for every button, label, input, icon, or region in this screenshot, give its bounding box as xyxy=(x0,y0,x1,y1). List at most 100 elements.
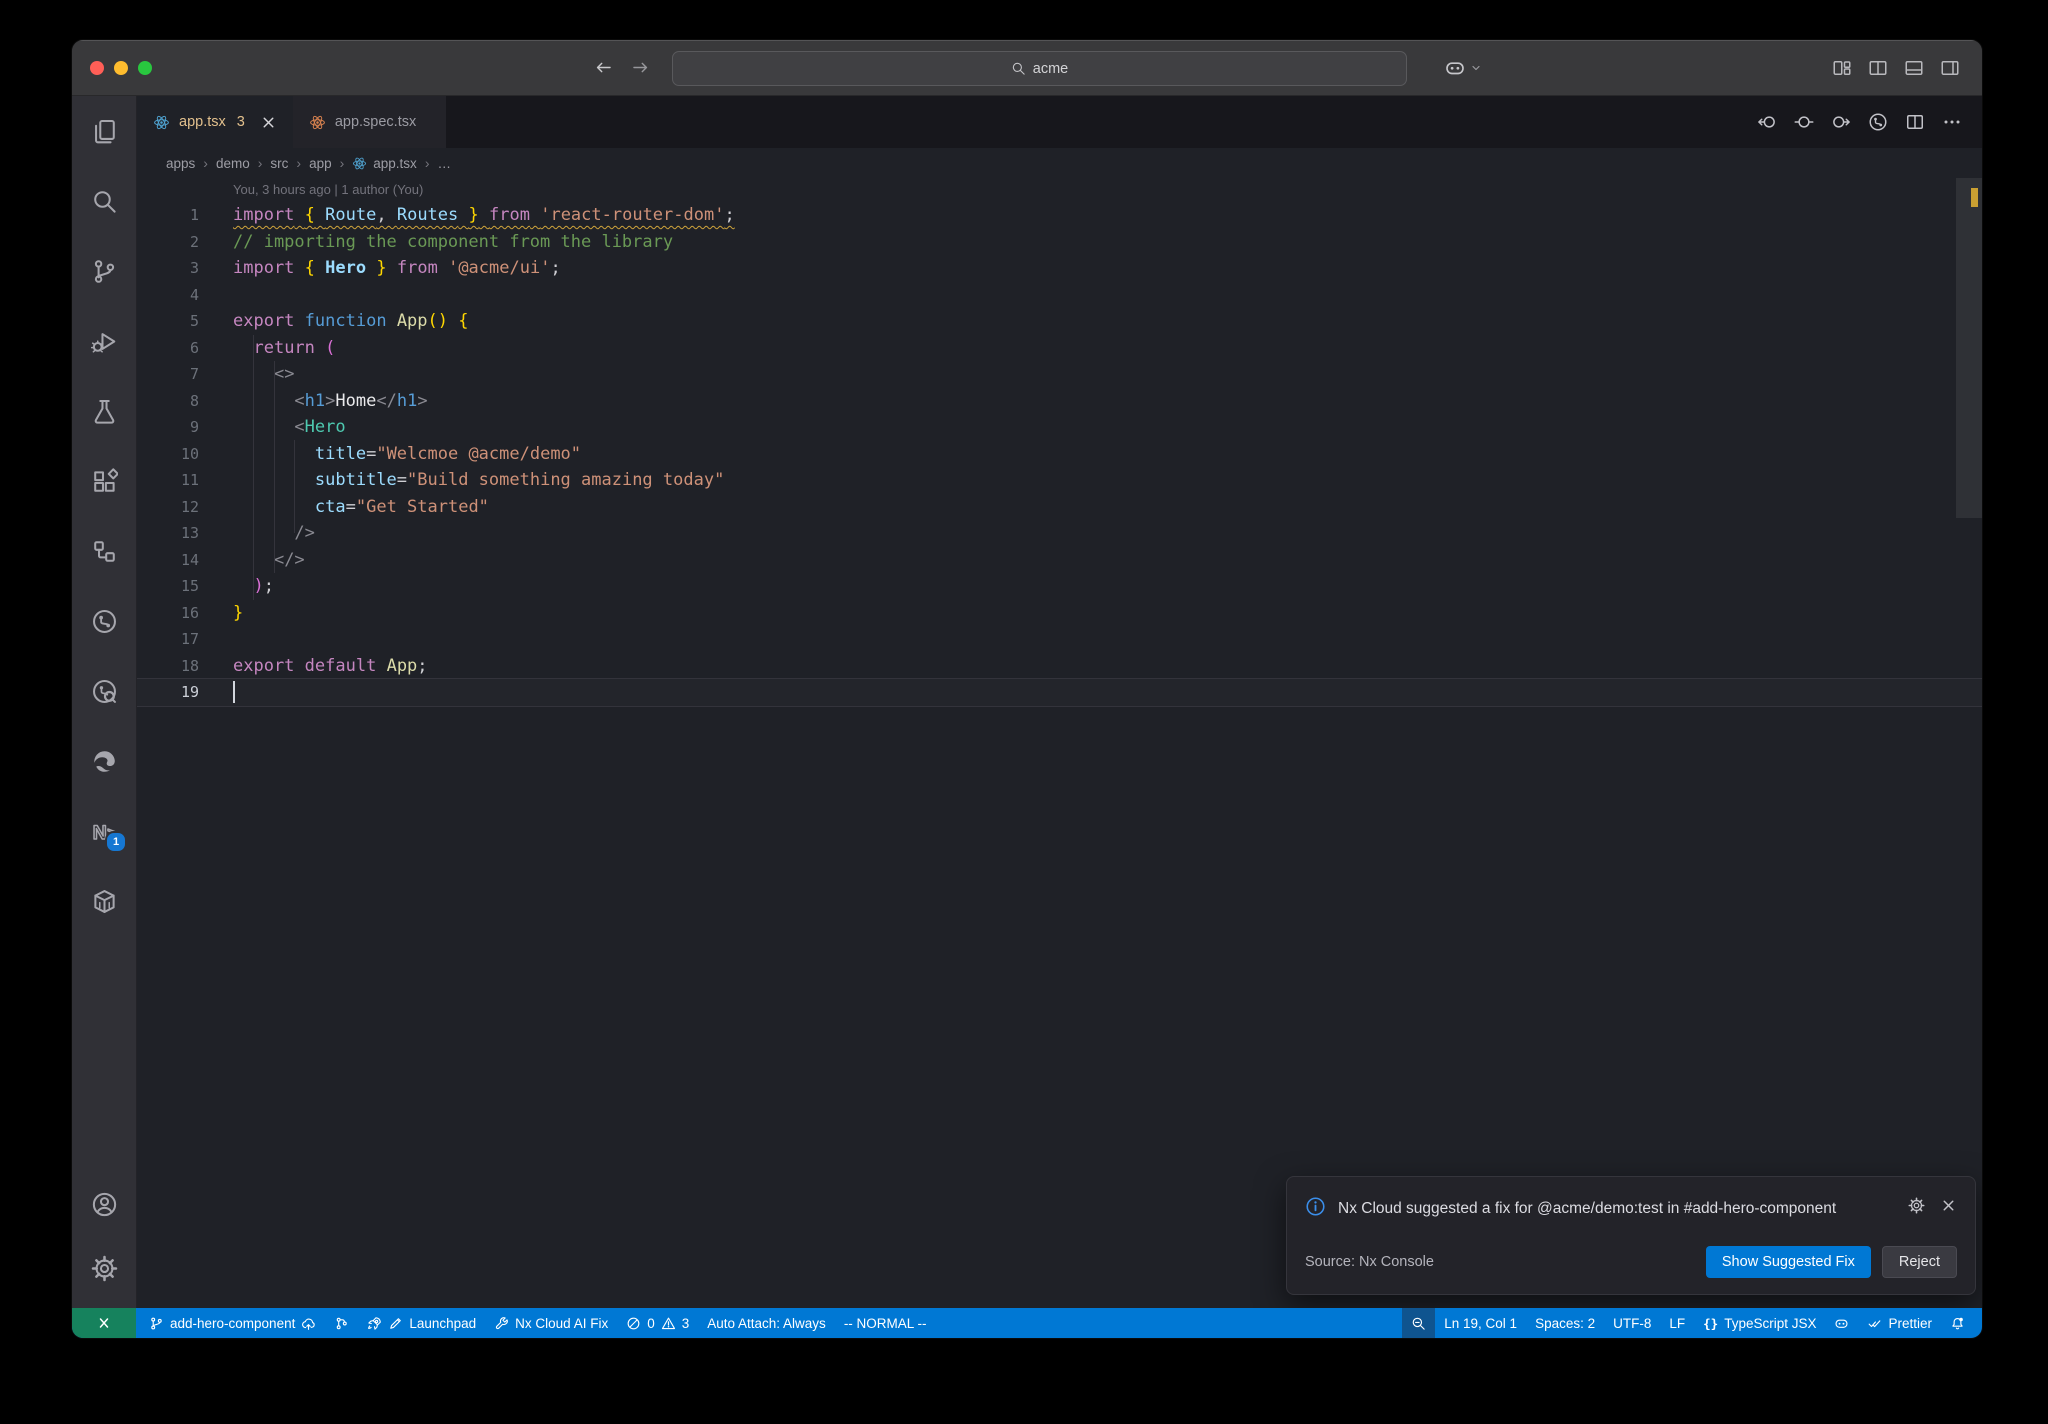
status-item-copilot-status[interactable] xyxy=(1825,1308,1858,1338)
navigate-back-button[interactable] xyxy=(1757,112,1777,132)
line-number[interactable]: 19 xyxy=(137,679,199,706)
line-number[interactable]: 6 xyxy=(137,335,199,362)
line-number[interactable]: 9 xyxy=(137,414,199,441)
code-line[interactable]: 8 <h1>Home</h1> xyxy=(137,388,1982,415)
code-line[interactable]: 16} xyxy=(137,600,1982,627)
status-item-problems[interactable]: 03 xyxy=(617,1308,698,1338)
code-line[interactable]: 1 import { Route, Routes } from 'react-ro… xyxy=(137,202,1982,229)
notification-settings-gear-icon[interactable] xyxy=(1908,1197,1925,1214)
code-line[interactable]: 15 ); xyxy=(137,573,1982,600)
code-line[interactable]: 19 xyxy=(137,678,1982,706)
status-item-nx-cloud-ai-fix[interactable]: Nx Cloud AI Fix xyxy=(485,1308,617,1338)
reject-button[interactable]: Reject xyxy=(1881,1246,1957,1278)
breadcrumb-item[interactable]: app.tsx xyxy=(352,156,417,171)
activity-item-edge-devtools[interactable] xyxy=(72,726,136,796)
status-item-zoom-indicator[interactable] xyxy=(1402,1308,1436,1338)
remote-indicator[interactable] xyxy=(72,1308,136,1338)
activity-item-containers[interactable] xyxy=(72,866,136,936)
activity-item-testing[interactable] xyxy=(72,376,136,446)
code-line[interactable]: 12 cta="Get Started" xyxy=(137,494,1982,521)
split-editor-button[interactable] xyxy=(1905,112,1925,132)
activity-item-search[interactable] xyxy=(72,166,136,236)
status-item-prettier[interactable]: Prettier xyxy=(1858,1308,1941,1338)
code-line[interactable]: 14 </> xyxy=(137,547,1982,574)
status-item-gitlens-launchpad[interactable]: Launchpad xyxy=(358,1308,485,1338)
code-line[interactable]: 13 /> xyxy=(137,520,1982,547)
line-number[interactable]: 3 xyxy=(137,255,199,282)
more-actions-button[interactable] xyxy=(1942,112,1962,132)
code-line[interactable]: 5 export function App() { xyxy=(137,308,1982,335)
back-arrow-icon[interactable] xyxy=(594,58,613,77)
toggle-panel-button[interactable] xyxy=(1904,58,1924,78)
line-number[interactable]: 12 xyxy=(137,494,199,521)
code-line[interactable]: 18 export default App; xyxy=(137,653,1982,680)
customize-layout-button[interactable] xyxy=(1832,58,1852,78)
code-line[interactable]: 9 <Hero xyxy=(137,414,1982,441)
line-number[interactable]: 1 xyxy=(137,202,199,229)
status-item-commit-graph[interactable] xyxy=(325,1308,358,1338)
line-number[interactable]: 16 xyxy=(137,600,199,627)
breadcrumb-item[interactable]: src xyxy=(270,156,288,171)
line-number[interactable]: 13 xyxy=(137,520,199,547)
show-suggested-fix-button[interactable]: Show Suggested Fix xyxy=(1705,1246,1871,1278)
activity-item-extensions[interactable] xyxy=(72,446,136,516)
code-line[interactable]: 2// importing the component from the lib… xyxy=(137,229,1982,256)
line-number[interactable]: 5 xyxy=(137,308,199,335)
notification-close-icon[interactable] xyxy=(1940,1197,1957,1214)
tab-close-icon[interactable] xyxy=(260,114,277,131)
code-line[interactable]: 6 return ( xyxy=(137,335,1982,362)
activity-item-nx-console[interactable]: N>1 xyxy=(72,796,136,866)
status-item-indentation[interactable]: Spaces: 2 xyxy=(1526,1308,1604,1338)
breadcrumb-item[interactable]: … xyxy=(437,156,451,171)
scrollbar-thumb[interactable] xyxy=(1956,178,1982,518)
status-item-auto-attach[interactable]: Auto Attach: Always xyxy=(698,1308,835,1338)
navigate-position-button[interactable] xyxy=(1794,112,1814,132)
line-number[interactable]: 11 xyxy=(137,467,199,494)
code-line[interactable]: 11 subtitle="Build something amazing tod… xyxy=(137,467,1982,494)
code-line[interactable]: 4 xyxy=(137,282,1982,309)
status-item-encoding[interactable]: UTF-8 xyxy=(1604,1308,1660,1338)
activity-item-source-control-graph[interactable] xyxy=(72,586,136,656)
activity-item-run-debug[interactable] xyxy=(72,306,136,376)
maximize-window-button[interactable] xyxy=(138,60,152,75)
line-number[interactable]: 2 xyxy=(137,229,199,256)
navigate-forward-button[interactable] xyxy=(1831,112,1851,132)
breadcrumb-item[interactable]: app xyxy=(309,156,332,171)
status-item-eol[interactable]: LF xyxy=(1660,1308,1694,1338)
line-number[interactable]: 4 xyxy=(137,282,199,309)
code-line[interactable]: 7 <> xyxy=(137,361,1982,388)
status-item-vim-mode[interactable]: -- NORMAL -- xyxy=(835,1308,936,1338)
status-item-git-branch[interactable]: add-hero-component xyxy=(140,1308,325,1338)
tab-app-tsx[interactable]: app.tsx 3 xyxy=(137,96,293,148)
activity-item-source-control[interactable] xyxy=(72,236,136,306)
toggle-secondary-sidebar-button[interactable] xyxy=(1940,58,1960,78)
activity-item-explorer[interactable] xyxy=(72,96,136,166)
close-window-button[interactable] xyxy=(90,60,104,75)
activity-item-settings[interactable] xyxy=(72,1236,136,1300)
line-number[interactable]: 8 xyxy=(137,388,199,415)
breadcrumb-item[interactable]: demo xyxy=(216,156,250,171)
line-number[interactable]: 10 xyxy=(137,441,199,468)
line-number[interactable]: 7 xyxy=(137,361,199,388)
code-line[interactable]: 10 title="Welcmoe @acme/demo" xyxy=(137,441,1982,468)
line-number[interactable]: 17 xyxy=(137,626,199,653)
code-editor[interactable]: You, 3 hours ago | 1 author (You) 1 impor… xyxy=(137,178,1982,1308)
line-number[interactable]: 18 xyxy=(137,653,199,680)
forward-arrow-icon[interactable] xyxy=(631,58,650,77)
command-center-search[interactable]: acme xyxy=(672,51,1407,86)
minimize-window-button[interactable] xyxy=(114,60,128,75)
status-item-notifications-bell[interactable] xyxy=(1941,1308,1974,1338)
split-columns-layout-button[interactable] xyxy=(1868,58,1888,78)
status-item-cursor-position[interactable]: Ln 19, Col 1 xyxy=(1435,1308,1526,1338)
activity-item-gitlens[interactable] xyxy=(72,656,136,726)
source-control-graph-action-button[interactable] xyxy=(1868,112,1888,132)
status-item-language-mode[interactable]: {} TypeScript JSX xyxy=(1694,1308,1825,1338)
line-number[interactable]: 14 xyxy=(137,547,199,574)
activity-item-accounts[interactable] xyxy=(72,1172,136,1236)
activity-item-references[interactable] xyxy=(72,516,136,586)
code-line[interactable]: 17 xyxy=(137,626,1982,653)
copilot-menu-button[interactable] xyxy=(1444,57,1482,79)
line-number[interactable]: 15 xyxy=(137,573,199,600)
tab-app-spec-tsx[interactable]: app.spec.tsx xyxy=(292,96,448,148)
code-line[interactable]: 3 import { Hero } from '@acme/ui'; xyxy=(137,255,1982,282)
